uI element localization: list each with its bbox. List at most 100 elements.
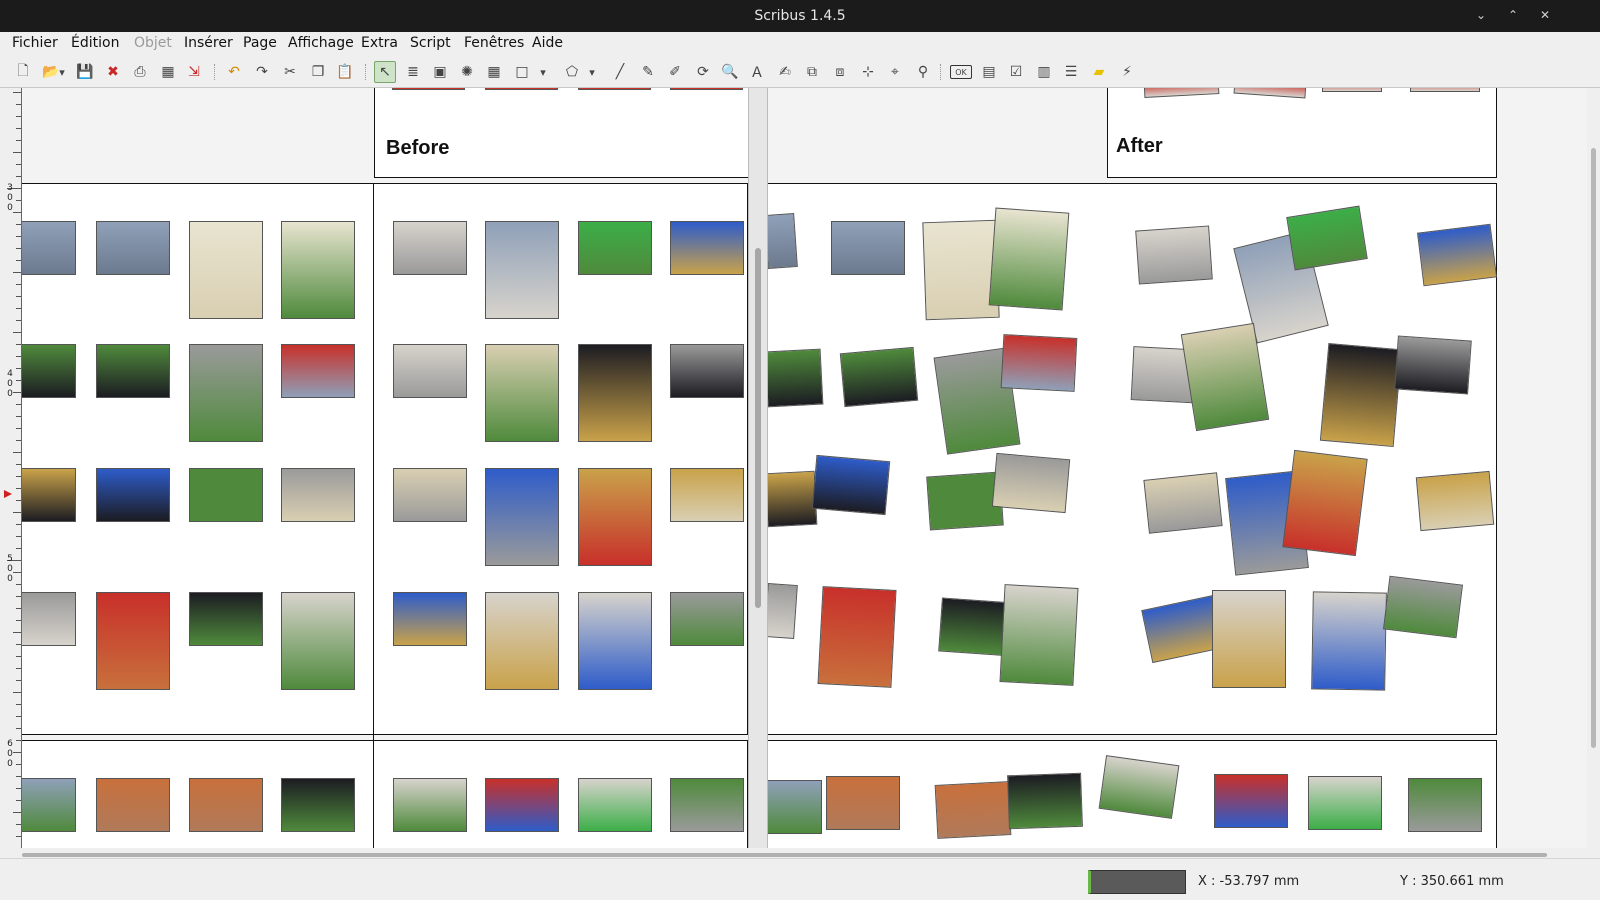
photo-thumbnail[interactable] — [189, 468, 263, 522]
copy-icon[interactable]: ❐ — [307, 61, 329, 83]
zoom-icon[interactable]: 🔍 — [719, 61, 741, 83]
save-icon[interactable]: 💾 — [74, 61, 96, 83]
photo-thumbnail[interactable] — [764, 348, 824, 408]
photo-thumbnail[interactable] — [96, 592, 170, 690]
copy-properties-icon[interactable]: ⌖ — [884, 61, 906, 83]
photo-thumbnail[interactable] — [578, 88, 651, 90]
shape-dropdown-icon[interactable]: ▾ — [537, 61, 549, 83]
table-icon[interactable]: ▦ — [483, 61, 505, 83]
photo-thumbnail[interactable] — [578, 592, 652, 690]
link-frames-icon[interactable]: ⧉ — [801, 61, 823, 83]
photo-thumbnail[interactable] — [1394, 335, 1472, 395]
photo-thumbnail[interactable] — [1286, 205, 1368, 271]
photo-thumbnail[interactable] — [189, 592, 263, 646]
pdf-checkbox-icon[interactable]: ☑ — [1005, 61, 1027, 83]
vertical-scrollbar[interactable] — [1587, 88, 1600, 848]
page-after-top[interactable] — [1107, 88, 1497, 178]
photo-thumbnail[interactable] — [1212, 590, 1286, 688]
photo-thumbnail[interactable] — [1408, 778, 1482, 832]
photo-thumbnail[interactable] — [1319, 342, 1403, 448]
menu-objet[interactable]: Objet — [134, 35, 172, 51]
photo-thumbnail[interactable] — [96, 221, 170, 275]
photo-thumbnail[interactable] — [393, 592, 467, 646]
photo-thumbnail[interactable] — [670, 592, 744, 646]
photo-thumbnail[interactable] — [392, 88, 465, 90]
menu-inserer[interactable]: Insérer — [184, 35, 233, 51]
text-frame-icon[interactable]: ≣ — [402, 61, 424, 83]
link-annotation-icon[interactable]: ⚡ — [1116, 61, 1138, 83]
photo-thumbnail[interactable] — [1135, 225, 1213, 285]
edit-text-icon[interactable]: ✍ — [774, 61, 796, 83]
export-pdf-icon[interactable]: ⇲ — [183, 61, 205, 83]
photo-thumbnail[interactable] — [96, 778, 170, 832]
close-document-icon[interactable]: ✖ — [102, 61, 124, 83]
eyedropper-icon[interactable]: ⚲ — [912, 61, 934, 83]
unlink-frames-icon[interactable]: ⧈ — [829, 61, 851, 83]
photo-thumbnail[interactable] — [817, 586, 897, 688]
photo-thumbnail[interactable] — [934, 781, 1012, 839]
unit-selector[interactable] — [1088, 870, 1186, 894]
photo-thumbnail[interactable] — [22, 778, 76, 832]
photo-thumbnail[interactable] — [22, 592, 76, 646]
photo-thumbnail[interactable] — [1410, 88, 1480, 92]
photo-thumbnail[interactable] — [578, 468, 652, 566]
photo-thumbnail[interactable] — [988, 207, 1070, 311]
splitter-grip[interactable] — [755, 248, 761, 608]
photo-thumbnail[interactable] — [764, 213, 798, 269]
page-before-top[interactable] — [374, 88, 750, 178]
menu-affichage[interactable]: Affichage — [288, 35, 354, 51]
photo-thumbnail[interactable] — [485, 344, 559, 442]
preflight-icon[interactable]: ▦ — [157, 61, 179, 83]
new-document-icon[interactable]: 🗋 — [12, 61, 34, 83]
photo-thumbnail[interactable] — [1180, 322, 1270, 432]
paste-icon[interactable]: 📋 — [334, 61, 356, 83]
pdf-text-field-icon[interactable]: ▤ — [978, 61, 1000, 83]
photo-thumbnail[interactable] — [578, 344, 652, 442]
photo-thumbnail[interactable] — [670, 88, 743, 90]
photo-thumbnail[interactable] — [189, 344, 263, 442]
photo-thumbnail[interactable] — [393, 344, 467, 398]
select-icon[interactable]: ↖ — [374, 61, 396, 83]
print-icon[interactable]: ⎙ — [129, 61, 151, 83]
photo-thumbnail[interactable] — [281, 778, 355, 832]
photo-thumbnail[interactable] — [281, 344, 355, 398]
maximize-icon[interactable]: ⌃ — [1504, 6, 1522, 24]
photo-thumbnail[interactable] — [1143, 472, 1223, 534]
photo-thumbnail[interactable] — [485, 468, 559, 566]
edit-contents-icon[interactable]: Ａ — [746, 61, 768, 83]
photo-thumbnail[interactable] — [764, 470, 818, 528]
photo-thumbnail[interactable] — [281, 468, 355, 522]
photo-thumbnail[interactable] — [991, 452, 1071, 514]
photo-thumbnail[interactable] — [189, 778, 263, 832]
menu-fichier[interactable]: Fichier — [12, 35, 58, 51]
photo-thumbnail[interactable] — [22, 344, 76, 398]
photo-thumbnail[interactable] — [281, 221, 355, 319]
photo-thumbnail[interactable] — [578, 221, 652, 275]
document-canvas[interactable]: Before After — [22, 88, 1587, 848]
photo-thumbnail[interactable] — [22, 221, 76, 275]
photo-thumbnail[interactable] — [393, 468, 467, 522]
photo-thumbnail[interactable] — [485, 221, 559, 319]
menu-aide[interactable]: Aide — [532, 35, 563, 51]
photo-thumbnail[interactable] — [1007, 772, 1083, 830]
polygon-icon[interactable]: ⬠ — [561, 61, 583, 83]
vertical-ruler[interactable]: 300 400 500 600 — [0, 88, 22, 848]
measurements-icon[interactable]: ⊹ — [857, 61, 879, 83]
pdf-combo-box-icon[interactable]: ▥ — [1033, 61, 1055, 83]
photo-thumbnail[interactable] — [22, 468, 76, 522]
freehand-icon[interactable]: ✐ — [664, 61, 686, 83]
close-window-icon[interactable]: ✕ — [1536, 6, 1554, 24]
photo-thumbnail[interactable] — [1322, 88, 1382, 92]
image-frame-icon[interactable]: ▣ — [429, 61, 451, 83]
photo-thumbnail[interactable] — [189, 221, 263, 319]
horizontal-scroll-thumb[interactable] — [22, 853, 1547, 857]
photo-thumbnail[interactable] — [96, 344, 170, 398]
rotate-icon[interactable]: ⟳ — [692, 61, 714, 83]
vertical-scroll-thumb[interactable] — [1591, 148, 1596, 748]
minimize-icon[interactable]: ⌄ — [1472, 6, 1490, 24]
render-frame-icon[interactable]: ✺ — [456, 61, 478, 83]
photo-thumbnail[interactable] — [670, 468, 744, 522]
photo-thumbnail[interactable] — [96, 468, 170, 522]
photo-thumbnail[interactable] — [393, 221, 467, 275]
photo-thumbnail[interactable] — [826, 776, 900, 830]
